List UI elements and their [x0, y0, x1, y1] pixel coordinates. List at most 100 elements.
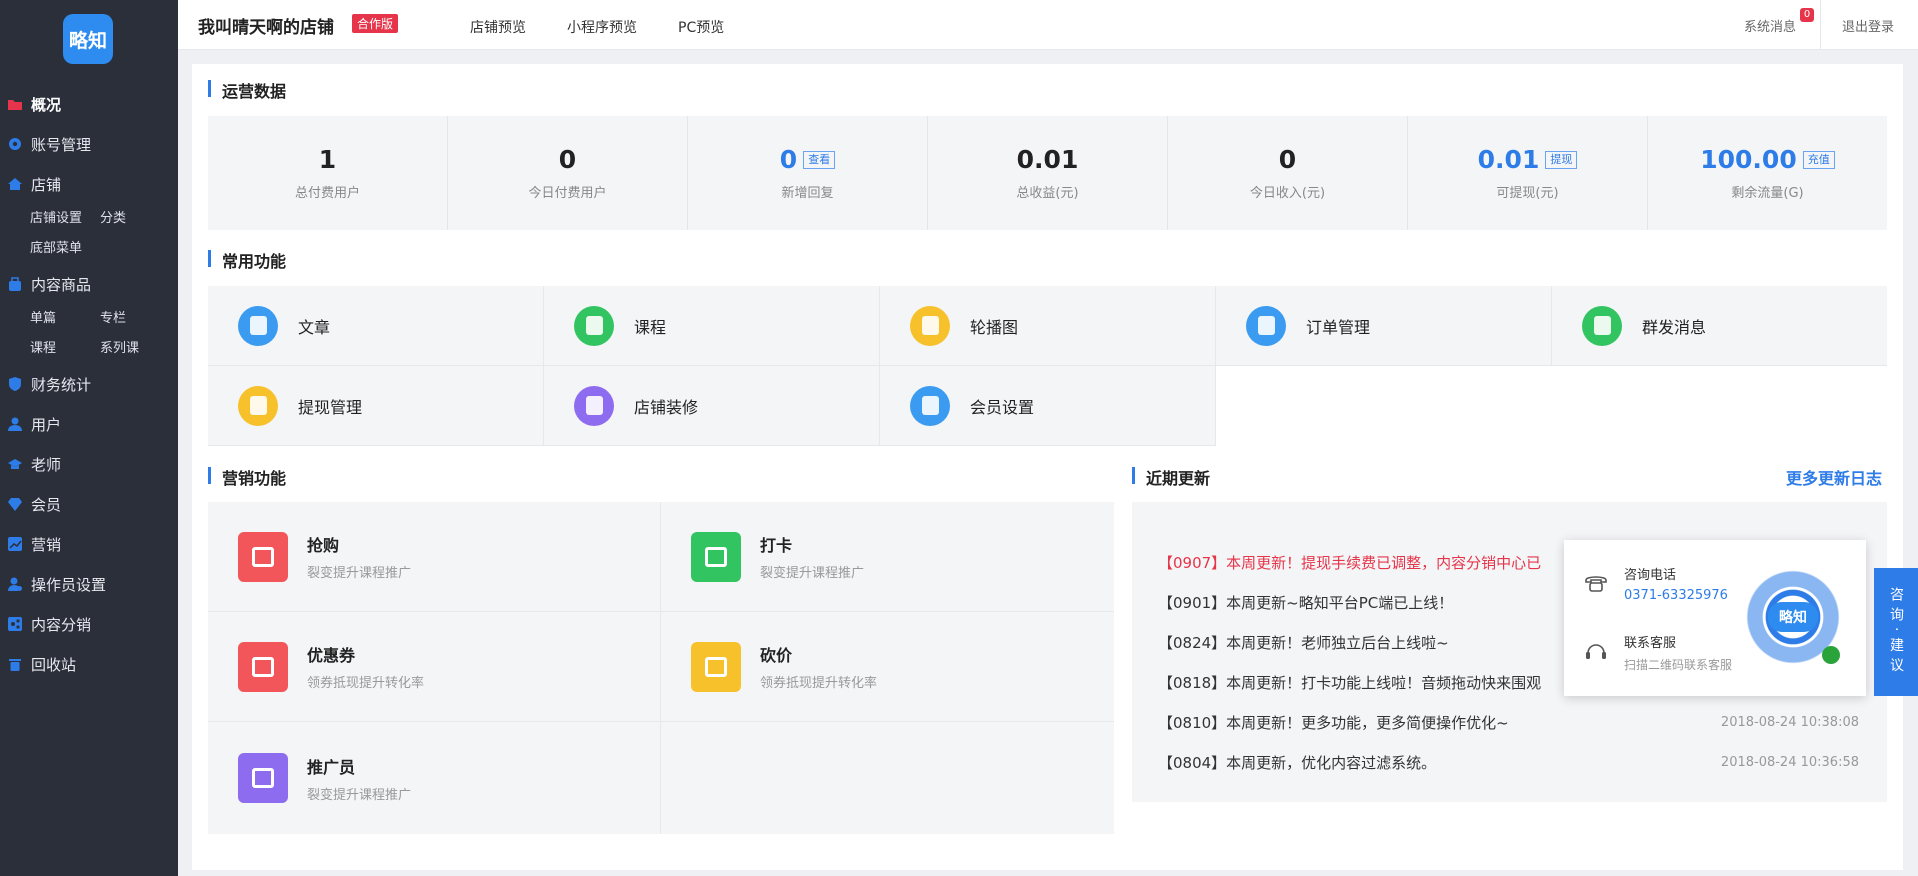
play-board-icon: [574, 305, 614, 346]
nav-shop-preview[interactable]: 店铺预览: [470, 17, 526, 37]
update-item[interactable]: 【0810】本周更新！更多功能，更多简便操作优化~ 2018-08-24 10:3…: [1132, 702, 1887, 742]
top-bar: 我叫晴天啊的店铺 合作版 店铺预览 小程序预览 PC预览 系统消息 0 退出登录: [178, 0, 1918, 50]
app-logo[interactable]: 略知: [63, 14, 113, 64]
sidebar-item-shop[interactable]: 店铺: [0, 164, 178, 204]
func-carousel[interactable]: 轮播图: [880, 286, 1216, 366]
ticket-icon: [238, 641, 288, 692]
mkt-promoter[interactable]: 推广员 裂变提升课程推广: [208, 722, 661, 834]
link-icon: [1822, 646, 1840, 664]
feedback-tab[interactable]: 咨询·建议: [1874, 568, 1918, 696]
func-article[interactable]: 文章: [208, 286, 544, 366]
shop-name: 我叫晴天啊的店铺: [198, 18, 334, 38]
view-button[interactable]: 查看: [803, 150, 836, 169]
price-tag-icon: [691, 641, 741, 692]
sidebar-item-member[interactable]: 会员: [0, 484, 178, 524]
edition-badge: 合作版: [352, 14, 399, 33]
recharge-button[interactable]: 充值: [1802, 150, 1835, 169]
sidebar-item-users[interactable]: 用户: [0, 404, 178, 444]
sidebar-item-operator[interactable]: 操作员设置: [0, 564, 178, 604]
func-member-settings[interactable]: 会员设置: [880, 366, 1216, 446]
diamond-icon: [910, 385, 950, 426]
sidebar-sub-single[interactable]: 单篇: [30, 304, 100, 334]
stat-total-income: 0.01 总收益(元): [928, 116, 1168, 230]
folder-icon: [8, 97, 22, 111]
image-icon: [910, 305, 950, 346]
more-updates-link[interactable]: 更多更新日志: [1786, 465, 1882, 489]
service-desc: 扫描二维码联系客服: [1624, 658, 1733, 672]
sidebar-item-marketing[interactable]: 营销: [0, 524, 178, 564]
calendar-check-icon: [691, 531, 741, 582]
sidebar-item-overview[interactable]: 概况: [0, 84, 178, 124]
func-course[interactable]: 课程: [544, 286, 880, 366]
main-panel: 运营数据 1 总付费用户 0 今日付费用户 0 查看 新增回复 0.01 总收益(元) 0…: [192, 64, 1903, 870]
sidebar-item-finance[interactable]: 财务统计: [0, 364, 178, 404]
mkt-bargain[interactable]: 砍价 领券抵现提升转化率: [661, 612, 1114, 722]
func-withdraw-manage[interactable]: 提现管理: [208, 366, 544, 446]
mkt-flash-sale[interactable]: 抢购 裂变提升课程推广: [208, 502, 661, 612]
promoter-icon: [238, 753, 288, 803]
logout-link[interactable]: 退出登录: [1842, 16, 1894, 35]
shop-submenu: 店铺设置 分类 底部菜单: [0, 204, 178, 264]
stat-new-replies: 0 查看 新增回复: [688, 116, 928, 230]
sidebar-menu: 概况 账号管理 店铺 店铺设置 分类 底部菜单 内容商品 单篇 专栏 课程 系列…: [0, 84, 178, 684]
contact-popup: 咨询电话 0371-63325976 联系客服 扫描二维码联系客服 略知: [1564, 540, 1866, 696]
qr-code: 略知: [1740, 564, 1846, 670]
graduation-cap-icon: [8, 457, 22, 471]
stat-remaining-traffic: 100.00 充值 剩余流量(G): [1648, 116, 1887, 230]
common-functions: 文章 课程 轮播图 订单管理 群发消息 提现管理 店铺装修 会员设置: [208, 286, 1887, 446]
withdraw-button[interactable]: 提现: [1545, 150, 1578, 169]
gear-icon: [8, 137, 22, 151]
trash-icon: [8, 657, 22, 671]
chat-icon: [1582, 305, 1622, 346]
nav-miniprogram-preview[interactable]: 小程序预览: [567, 17, 637, 37]
updates-section-title: 近期更新: [1132, 465, 1210, 489]
sidebar-item-recycle[interactable]: 回收站: [0, 644, 178, 684]
phone-label: 咨询电话: [1624, 568, 1677, 583]
sidebar-sub-series[interactable]: 系列课: [100, 334, 170, 364]
content-submenu: 单篇 专栏 课程 系列课: [0, 304, 178, 364]
sidebar-item-account[interactable]: 账号管理: [0, 124, 178, 164]
func-broadcast[interactable]: 群发消息: [1552, 286, 1887, 366]
headset-icon: [1584, 640, 1608, 668]
update-item[interactable]: 【0804】本周更新，优化内容过滤系统。 2018-08-24 10:36:58: [1132, 742, 1887, 782]
sidebar: 略知 概况 账号管理 店铺 店铺设置 分类 底部菜单 内容商品 单篇 专栏 课程…: [0, 0, 178, 876]
wallet-icon: [238, 385, 278, 426]
sidebar-sub-bottom-menu[interactable]: 底部菜单: [30, 234, 100, 264]
stat-today-income: 0 今日收入(元): [1168, 116, 1408, 230]
service-label: 联系客服: [1624, 636, 1677, 651]
message-count-badge: 0: [1800, 8, 1814, 22]
sidebar-sub-course[interactable]: 课程: [30, 334, 100, 364]
brush-icon: [574, 385, 614, 426]
user-settings-icon: [8, 577, 22, 591]
stat-total-paid-users: 1 总付费用户: [208, 116, 448, 230]
shield-icon: [8, 377, 22, 391]
stat-today-paid-users: 0 今日付费用户: [448, 116, 688, 230]
user-icon: [8, 417, 22, 431]
sidebar-item-distribution[interactable]: 内容分销: [0, 604, 178, 644]
marketing-section-title: 营销功能: [208, 465, 286, 489]
sidebar-item-teacher[interactable]: 老师: [0, 444, 178, 484]
system-messages-link[interactable]: 系统消息: [1744, 16, 1796, 35]
divider: [1820, 0, 1821, 50]
article-icon: [238, 305, 278, 346]
mkt-checkin[interactable]: 打卡 裂变提升课程推广: [661, 502, 1114, 612]
qr-logo: 略知: [1768, 602, 1818, 632]
phone-icon: [1584, 574, 1608, 596]
mkt-coupon[interactable]: 优惠券 领券抵现提升转化率: [208, 612, 661, 722]
ops-stats: 1 总付费用户 0 今日付费用户 0 查看 新增回复 0.01 总收益(元) 0 今日收入(…: [208, 116, 1887, 230]
sidebar-sub-category[interactable]: 分类: [100, 204, 170, 234]
phone-number[interactable]: 0371-63325976: [1624, 588, 1728, 603]
sidebar-item-content[interactable]: 内容商品: [0, 264, 178, 304]
nav-pc-preview[interactable]: PC预览: [678, 17, 724, 37]
sidebar-sub-shop-settings[interactable]: 店铺设置: [30, 204, 100, 234]
stat-withdrawable: 0.01 提现 可提现(元): [1408, 116, 1648, 230]
bag-icon: [8, 277, 22, 291]
diamond-icon: [8, 497, 22, 511]
clipboard-icon: [1246, 305, 1286, 346]
home-icon: [8, 177, 22, 191]
ops-section-title: 运营数据: [208, 78, 286, 102]
sidebar-sub-column[interactable]: 专栏: [100, 304, 170, 334]
chart-icon: [8, 537, 22, 551]
func-shop-decoration[interactable]: 店铺装修: [544, 366, 880, 446]
func-orders[interactable]: 订单管理: [1216, 286, 1552, 366]
